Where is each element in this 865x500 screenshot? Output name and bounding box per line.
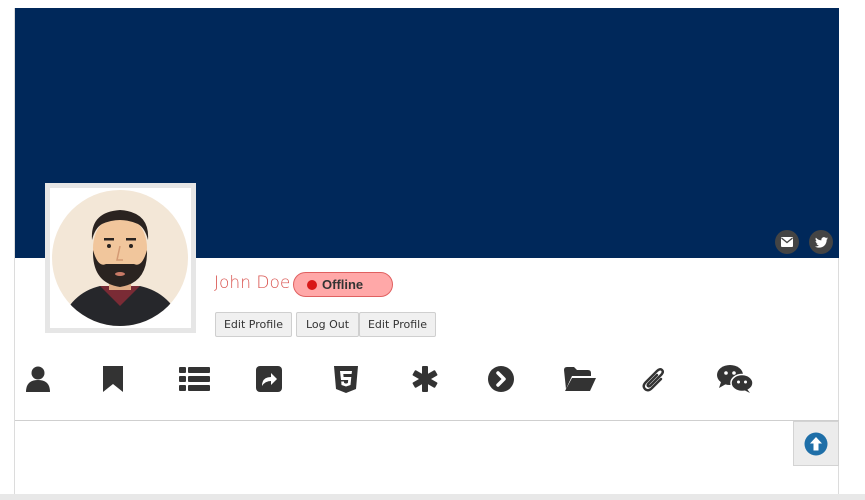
tab-attachments[interactable] (634, 362, 674, 396)
tab-wechat[interactable] (715, 362, 755, 396)
tab-list[interactable] (174, 362, 214, 396)
status-badge: Offline (293, 272, 393, 297)
logout-button[interactable]: Log Out (296, 312, 359, 337)
tab-folder[interactable] (560, 362, 600, 396)
tab-user[interactable] (18, 362, 58, 396)
avatar-image (52, 190, 188, 326)
status-dot-icon (307, 279, 317, 290)
edit-profile-button-secondary[interactable]: Edit Profile (359, 312, 436, 337)
bookmark-icon (103, 366, 123, 392)
tab-bookmark[interactable] (93, 362, 133, 396)
arrow-circle-up-icon (804, 432, 828, 455)
list-icon (178, 367, 210, 391)
twitter-icon (814, 236, 828, 248)
email-social-link[interactable] (775, 230, 799, 254)
envelope-icon (781, 237, 793, 247)
user-icon (26, 366, 50, 392)
tab-asterisk[interactable] (405, 362, 445, 396)
paperclip-icon (642, 368, 664, 392)
profile-name: John Doe (214, 273, 291, 293)
avatar[interactable] (45, 183, 196, 333)
section-divider (15, 420, 839, 421)
page-bottom-bar (0, 494, 865, 500)
folder-open-icon (564, 367, 596, 391)
profile-page: John Doe Offline Edit Profile Log Out Ed… (0, 0, 865, 500)
tab-html5[interactable] (326, 362, 366, 396)
tab-share[interactable] (249, 362, 289, 396)
twitter-social-link[interactable] (809, 230, 833, 254)
profile-card: John Doe Offline Edit Profile Log Out Ed… (14, 8, 839, 500)
html5-icon (334, 365, 358, 393)
chevron-circle-right-icon (488, 366, 514, 392)
edit-profile-button[interactable]: Edit Profile (215, 312, 292, 337)
share-icon (256, 366, 282, 392)
wechat-icon (717, 365, 753, 393)
status-text: Offline (322, 277, 364, 292)
asterisk-icon (412, 366, 438, 392)
scroll-to-top-button[interactable] (793, 421, 839, 466)
tab-next[interactable] (481, 362, 521, 396)
